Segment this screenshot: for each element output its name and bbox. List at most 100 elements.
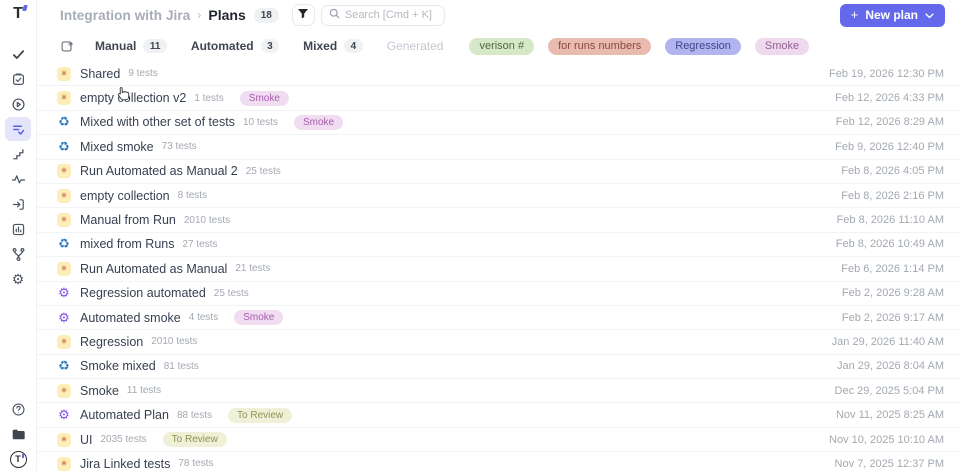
- plan-type-manual-icon: ✳: [57, 383, 71, 398]
- tab-automated[interactable]: Automated 3: [191, 39, 280, 53]
- app-logo[interactable]: T: [13, 4, 28, 24]
- plan-type-manual-icon: ✳: [57, 456, 71, 471]
- search-box[interactable]: [320, 4, 445, 26]
- plan-updated-date: Feb 2, 2026 9:17 AM: [841, 311, 944, 324]
- plan-updated-date: Feb 8, 2026 11:10 AM: [836, 214, 944, 227]
- plan-tests-count: 88 tests: [176, 409, 212, 421]
- plan-type-mixed-icon: ♻: [58, 138, 70, 154]
- plan-updated-date: Dec 29, 2025 5:04 PM: [834, 384, 944, 397]
- plan-row[interactable]: ♻ mixed from Runs 27 tests Feb 8, 2026 10:4…: [37, 233, 960, 258]
- filter-button[interactable]: [291, 4, 315, 26]
- tab-count-badge: 3: [260, 39, 280, 53]
- tab-manual[interactable]: Manual 11: [95, 39, 167, 53]
- plan-updated-date: Feb 12, 2026 4:33 PM: [835, 92, 944, 105]
- sidebar-item-projects[interactable]: [5, 422, 31, 446]
- sidebar-item-pulls[interactable]: [5, 192, 31, 216]
- plan-name: Smoke: [80, 383, 119, 398]
- plan-row[interactable]: ♻ Smoke mixed 81 tests Jan 29, 2026 8:04 AM: [37, 355, 960, 380]
- plan-row[interactable]: ✳ Jira Linked tests 78 tests Nov 7, 2025 12…: [37, 452, 960, 471]
- plan-tag-badge: Smoke: [234, 310, 284, 326]
- plan-row[interactable]: ✳ empty collection v2 1 tests Smoke Feb 12, …: [37, 86, 960, 111]
- tabs-row: Manual 11 Automated 3 Mixed 4 Generated veriso…: [37, 30, 960, 62]
- plan-name: Manual from Run: [80, 213, 176, 228]
- filter-tag[interactable]: Regression: [665, 37, 741, 55]
- sidebar-item-help[interactable]: [5, 397, 31, 421]
- plan-row[interactable]: ✳ Shared 9 tests Feb 19, 2026 12:30 PM: [37, 62, 960, 87]
- plan-row[interactable]: ⚙ Automated Plan 88 tests To Review Nov 11, …: [37, 403, 960, 428]
- plan-row[interactable]: ⚙ Automated smoke 4 tests Smoke Feb 2, 2026 …: [37, 306, 960, 331]
- plan-name: Regression automated: [80, 286, 206, 301]
- plan-name: Jira Linked tests: [80, 456, 171, 471]
- filter-tags: verison # for runs numbers Regression Smoke: [469, 37, 810, 55]
- plan-type-manual-icon: ✳: [57, 164, 71, 179]
- plan-name: Automated Plan: [80, 408, 169, 423]
- new-plan-label: New plan: [865, 8, 918, 22]
- plan-name: Regression: [80, 334, 144, 349]
- plan-name: Mixed with other set of tests: [80, 115, 235, 130]
- plan-updated-date: Feb 19, 2026 12:30 PM: [829, 67, 944, 80]
- branch-icon: [11, 247, 26, 262]
- filter-tag[interactable]: verison #: [469, 37, 535, 55]
- plan-row[interactable]: ✳ empty collection 8 tests Feb 8, 2026 2:16…: [37, 184, 960, 209]
- plan-updated-date: Nov 10, 2025 10:10 AM: [829, 433, 944, 446]
- sidebar-item-runs[interactable]: [5, 92, 31, 116]
- tab-label: Manual: [95, 39, 137, 53]
- plan-row[interactable]: ✳ Run Automated as Manual 2 25 tests Feb 8,…: [37, 160, 960, 184]
- plan-tests-count: 25 tests: [245, 165, 281, 177]
- folder-icon: [11, 427, 26, 442]
- new-plan-button[interactable]: + New plan: [839, 3, 945, 27]
- chevron-down-icon: [925, 8, 934, 22]
- plan-tag-badge: Smoke: [293, 114, 344, 130]
- plan-updated-date: Feb 8, 2026 4:05 PM: [841, 165, 944, 178]
- plan-type-mixed-icon: ♻: [58, 358, 70, 374]
- filter-funnel-icon: [297, 8, 309, 23]
- sidebar-item-suites[interactable]: [5, 67, 31, 91]
- plan-type-tabs: Manual 11 Automated 3 Mixed 4 Generated: [95, 39, 467, 53]
- plan-name: Smoke mixed: [80, 359, 156, 374]
- page-title: Plans: [208, 7, 246, 23]
- plan-row[interactable]: ✳ Run Automated as Manual 21 tests Feb 6, 2…: [37, 257, 960, 282]
- report-chart-icon: [11, 222, 26, 237]
- plan-type-automated-icon: ⚙: [58, 285, 70, 301]
- plan-name: empty collection: [80, 188, 170, 203]
- plan-type-automated-icon: ⚙: [58, 407, 70, 423]
- search-input[interactable]: [344, 9, 437, 21]
- filter-tag[interactable]: Smoke: [754, 37, 810, 55]
- plan-tests-count: 10 tests: [242, 116, 278, 128]
- tab-generated[interactable]: Generated: [387, 39, 444, 53]
- bulk-edit-icon[interactable]: [60, 39, 74, 53]
- tab-mixed[interactable]: Mixed 4: [303, 39, 363, 53]
- sidebar-item-milestones[interactable]: [5, 142, 31, 166]
- search-icon: [329, 6, 340, 24]
- sidebar-item-plans[interactable]: [5, 117, 31, 141]
- plan-type-mixed-icon: ♻: [58, 236, 70, 252]
- plan-row[interactable]: ♻ Mixed smoke 73 tests Feb 9, 2026 12:40 PM: [37, 135, 960, 160]
- plan-tests-count: 73 tests: [161, 141, 197, 153]
- sidebar-item-profile[interactable]: T: [5, 447, 31, 471]
- sidebar-item-analytics[interactable]: [5, 167, 31, 191]
- plan-updated-date: Nov 7, 2025 12:37 PM: [834, 457, 944, 470]
- sidebar-item-branches[interactable]: [5, 242, 31, 266]
- main-panel: Integration with Jira › Plans 18 + New p…: [37, 0, 960, 471]
- sidebar-item-reports[interactable]: [5, 217, 31, 241]
- plan-row[interactable]: ✳ Manual from Run 2010 tests Feb 8, 2026 11…: [37, 208, 960, 233]
- plan-row[interactable]: ✳ UI 2035 tests To Review Nov 10, 2025 10:10…: [37, 428, 960, 453]
- plan-type-mixed-icon: ♻: [58, 114, 70, 130]
- clipboard-check-icon: [11, 72, 26, 87]
- plan-row[interactable]: ♻ Mixed with other set of tests 10 tests Sm…: [37, 111, 960, 136]
- plan-tests-count: 4 tests: [188, 312, 219, 324]
- plan-tests-count: 78 tests: [178, 458, 214, 470]
- plan-updated-date: Jan 29, 2026 8:04 AM: [836, 360, 944, 373]
- sidebar-item-tests[interactable]: [5, 42, 31, 66]
- filter-tag[interactable]: for runs numbers: [548, 37, 652, 55]
- plan-row[interactable]: ✳ Regression 2010 tests Jan 29, 2026 11:40 …: [37, 330, 960, 355]
- plan-name: Mixed smoke: [80, 139, 154, 154]
- steps-icon: [11, 147, 26, 162]
- breadcrumb-project[interactable]: Integration with Jira: [60, 8, 190, 23]
- plans-icon: [11, 122, 26, 137]
- plan-row[interactable]: ✳ Smoke 11 tests Dec 29, 2025 5:04 PM: [37, 379, 960, 404]
- sidebar-item-settings[interactable]: ⚙: [5, 267, 31, 291]
- plan-row[interactable]: ⚙ Regression automated 25 tests Feb 2, 2026…: [37, 282, 960, 306]
- pulse-icon: [11, 172, 26, 187]
- plan-updated-date: Feb 8, 2026 2:16 PM: [841, 189, 944, 202]
